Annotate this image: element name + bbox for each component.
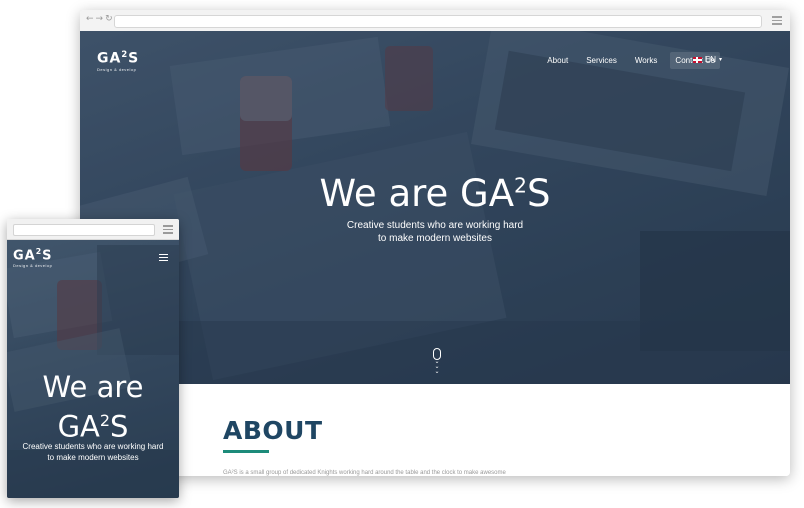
mobile-browser-window: GA2S Design & develop We are GA2S Creati… [7,219,179,498]
address-bar[interactable] [114,15,762,28]
mobile-hero-subtitle-line-1: Creative students who are working hard [22,442,164,451]
uk-flag-icon [692,56,702,63]
mobile-hero-title-line-1: We are [42,370,144,404]
mobile-hero-title-superscript: 2 [99,411,111,430]
mobile-logo-tagline: Design & develop [13,263,53,269]
logo-text: GA [97,50,122,67]
mobile-hero-title-suffix: S [110,409,129,444]
heading-underline [223,450,269,453]
hero-title-superscript: 2 [514,173,527,198]
language-selector[interactable]: EN ▾ [692,55,722,64]
hero-section: GA2S Design & develop About Services Wor… [80,31,790,384]
language-code: EN [704,55,716,64]
mobile-browser-toolbar [7,219,179,240]
desktop-browser-window: ←→↻ GA2S Design & develop About Services [80,10,790,476]
mobile-hero-title-text: GA [57,409,100,444]
logo-suffix: S [128,50,140,67]
mobile-logo-text: GA [13,248,36,264]
brand-logo[interactable]: GA2S Design & develop [97,49,139,72]
mobile-browser-menu-icon[interactable] [163,225,173,236]
about-heading: ABOUT [223,416,323,445]
hero-title-suffix: S [526,172,551,215]
mobile-hero-section: GA2S Design & develop We are GA2S Creati… [7,240,179,498]
about-paragraph: GA²S is a small group of dedicated Knigh… [223,470,506,476]
mobile-address-bar[interactable] [13,224,155,236]
hero-title-text: We are GA [319,172,515,215]
about-section: ABOUT GA²S is a small group of dedicated… [80,384,790,476]
hero-subtitle-line-1: Creative students who are working hard [346,220,524,231]
scroll-down-indicator[interactable]: ⌄ ⌄ ⌄ [433,348,441,375]
nav-services[interactable]: Services [581,52,622,69]
logo-tagline: Design & develop [97,66,137,72]
mobile-brand-logo[interactable]: GA2S Design & develop [13,247,53,268]
nav-about[interactable]: About [542,52,573,69]
chevrons-down-icon: ⌄ ⌄ ⌄ [434,359,440,375]
nav-works[interactable]: Works [630,52,663,69]
chevron-down-icon: ▾ [718,57,722,63]
browser-toolbar: ←→↻ [80,10,790,32]
hero-subtitle-line-2: to make modern websites [378,233,492,244]
mobile-logo-suffix: S [42,248,53,264]
mobile-hero-subtitle-line-2: to make modern websites [47,453,139,462]
hero-title: We are GA2S [80,172,790,215]
hamburger-menu-icon[interactable] [159,254,168,263]
mobile-hero-subtitle: Creative students who are working hard t… [7,441,179,463]
back-forward-reload-icons[interactable]: ←→↻ [86,14,115,24]
browser-menu-icon[interactable] [772,16,782,25]
mobile-hero-title: We are GA2S [7,371,179,444]
hero-subtitle: Creative students who are working hard t… [80,219,790,245]
